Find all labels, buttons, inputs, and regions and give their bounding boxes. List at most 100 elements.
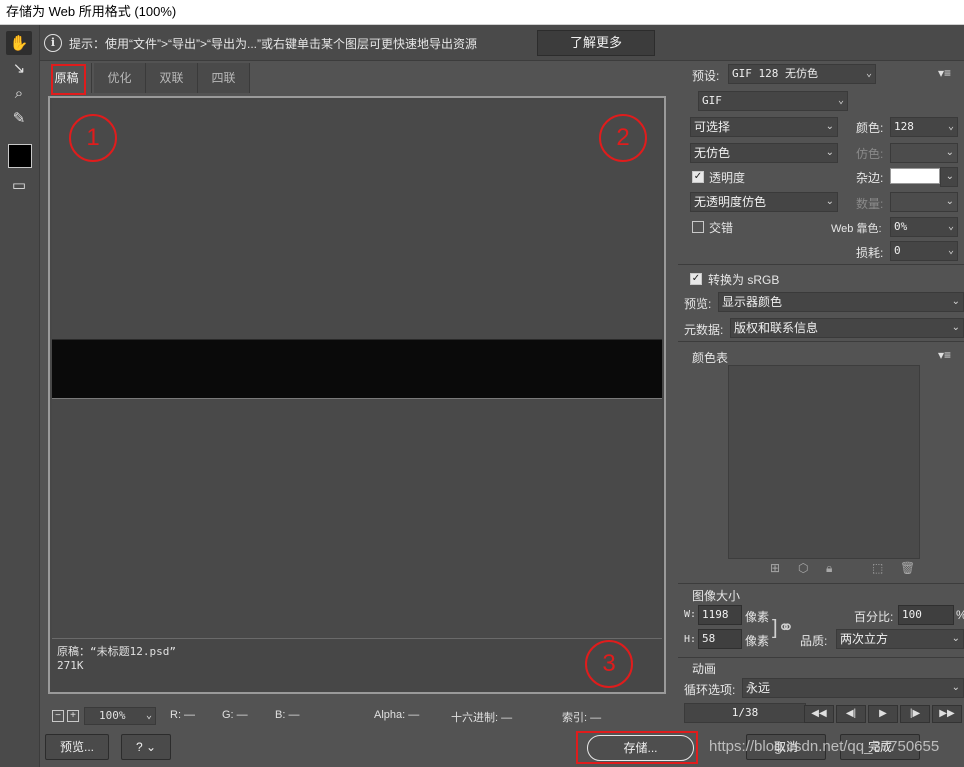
height-label: H: [684, 634, 697, 645]
transparency-checkbox[interactable]: ✓ [692, 171, 704, 183]
matte-color-swatch[interactable] [890, 168, 940, 184]
chevron-down-icon: ⌄ [947, 245, 954, 256]
lock-icon[interactable]: 🔒︎ [826, 561, 832, 576]
convert-srgb-checkbox[interactable]: ✓ [690, 273, 702, 285]
window-title: 存储为 Web 所用格式 (100%) [0, 0, 964, 25]
matte-select[interactable]: ⌄ [940, 167, 958, 187]
last-frame-button[interactable]: ▶▶ [932, 705, 962, 723]
chevron-down-icon: ⌄ [945, 196, 954, 207]
loop-select[interactable]: 永远 ⌄ [742, 678, 964, 698]
help-icon: ? [135, 740, 143, 754]
annotation-circle-3: 3 [585, 640, 633, 688]
trash-icon[interactable]: 🗑︎ [900, 561, 915, 575]
dither-algorithm-value: 无仿色 [694, 146, 731, 160]
hand-tool-icon[interactable]: ✋ [6, 31, 32, 55]
zoom-select[interactable]: 100% ⌄ [84, 707, 156, 725]
dither-amount-select: ⌄ [890, 143, 958, 163]
hint-text: 提示：使用“文件”>“导出”>“导出为...”或右键单击某个图层可更快速地导出资… [69, 37, 477, 51]
width-input[interactable]: 1198 [698, 605, 742, 625]
zoom-in-button[interactable]: + [67, 710, 79, 722]
slice-select-icon[interactable]: ↘ [6, 56, 32, 80]
width-label: W: [684, 609, 697, 620]
constrain-link-icon[interactable]: ]⚭ [772, 615, 794, 640]
previous-frame-button[interactable]: ◀| [836, 705, 866, 723]
browser-preview-button[interactable]: ? ⌄ [121, 734, 171, 760]
chevron-down-icon: ⌄ [951, 296, 960, 307]
divider [678, 657, 964, 658]
status-bar: − + 100% ⌄ R: — G: — B: — Alpha: — 十六进制: … [42, 704, 670, 728]
color-reduction-select[interactable]: 可选择 ⌄ [690, 117, 838, 137]
percent-input[interactable]: 100 [898, 605, 954, 625]
web-snap-select[interactable]: 0% ⌄ [890, 217, 958, 237]
annotation-circle-1: 1 [69, 114, 117, 162]
image-canvas[interactable] [52, 100, 662, 638]
animation-title: 动画 [692, 662, 717, 676]
hex-readout: 十六进制: — [451, 712, 513, 724]
chevron-down-icon: ⌄ [837, 95, 844, 106]
learn-more-button[interactable]: 了解更多 [537, 30, 655, 56]
convert-srgb-label: 转换为 sRGB [708, 273, 780, 287]
new-color-icon[interactable]: ⬚ [872, 561, 883, 575]
percent-label: 百分比: [854, 610, 894, 624]
play-button[interactable]: ▶ [868, 705, 898, 723]
format-select[interactable]: GIF ⌄ [698, 91, 848, 111]
preview-color-select[interactable]: 显示器颜色 ⌄ [718, 292, 964, 312]
map-icon[interactable]: ⊞ [770, 561, 780, 575]
lossy-select[interactable]: 0 ⌄ [890, 241, 958, 261]
save-button[interactable]: 存储... [587, 735, 694, 761]
watermark: https://blog.csdn.net/qq_37750655 [709, 738, 940, 755]
colors-select[interactable]: 128 ⌄ [890, 117, 958, 137]
zoom-icon[interactable]: ⌕ [6, 81, 32, 105]
cube-icon[interactable]: ⬡ [798, 561, 808, 575]
zoom-value: 100% [99, 709, 126, 722]
annotation-circle-2: 2 [599, 114, 647, 162]
preview-label: 预览: [684, 297, 712, 311]
preset-value: GIF 128 无仿色 [732, 67, 818, 80]
frame-counter: 1/38 [684, 703, 806, 723]
image-content [52, 339, 662, 399]
panel-menu-icon[interactable]: ▾≡ [938, 66, 951, 80]
metadata-label: 元数据: [684, 323, 724, 337]
dither-label: 仿色: [856, 147, 884, 161]
eyedropper-color-swatch[interactable] [8, 144, 32, 168]
quality-value: 两次立方 [840, 632, 889, 646]
transparency-dither-value: 无透明度仿色 [694, 195, 767, 209]
chevron-down-icon: ⌄ [951, 682, 960, 693]
blue-readout: B: — [275, 709, 300, 721]
eyedropper-icon[interactable]: ✎ [6, 106, 32, 130]
color-table-title: 颜色表 [692, 351, 729, 365]
divider [678, 264, 964, 265]
original-file-label: 原稿：“未标题12.psd” [57, 645, 176, 658]
quality-select[interactable]: 两次立方 ⌄ [836, 629, 964, 649]
first-frame-button[interactable]: ◀◀ [804, 705, 834, 723]
preview-frame-icon[interactable]: ▭ [6, 173, 32, 197]
tab-4up[interactable]: 四联 [198, 63, 250, 93]
chevron-down-icon: ⌄ [945, 171, 954, 182]
tab-optimized[interactable]: 优化 [94, 63, 146, 93]
height-input[interactable]: 58 [698, 629, 742, 649]
image-preview-pane[interactable]: 原稿：“未标题12.psd” 271K [48, 96, 666, 694]
dither-algorithm-select[interactable]: 无仿色 ⌄ [690, 143, 838, 163]
zoom-out-button[interactable]: − [52, 710, 64, 722]
width-unit: 像素 [745, 610, 770, 624]
divider [678, 341, 964, 342]
web-snap-value: 0% [894, 220, 908, 233]
loop-value: 永远 [746, 681, 771, 695]
tab-2up[interactable]: 双联 [146, 63, 198, 93]
color-table[interactable] [728, 365, 920, 559]
chevron-down-icon: ⌄ [945, 147, 954, 158]
interlaced-checkbox[interactable] [692, 221, 704, 233]
tool-palette: ✋ ↘ ⌕ ✎ ▭ [0, 25, 40, 767]
preview-button[interactable]: 预览... [45, 734, 109, 760]
next-frame-button[interactable]: |▶ [900, 705, 930, 723]
preset-select[interactable]: GIF 128 无仿色 ⌄ [728, 64, 876, 84]
transparency-dither-select[interactable]: 无透明度仿色 ⌄ [690, 192, 838, 212]
chevron-down-icon: ⌄ [947, 221, 954, 232]
chevron-down-icon: ⌄ [825, 121, 834, 132]
index-readout: 索引: — [562, 712, 602, 724]
chevron-down-icon: ⌄ [825, 196, 834, 207]
hint-bar: i 提示：使用“文件”>“导出”>“导出为...”或右键单击某个图层可更快速地导… [40, 25, 964, 61]
color-table-menu-icon[interactable]: ▾≡ [938, 348, 951, 362]
metadata-select[interactable]: 版权和联系信息 ⌄ [730, 318, 964, 338]
metadata-value: 版权和联系信息 [734, 321, 819, 335]
